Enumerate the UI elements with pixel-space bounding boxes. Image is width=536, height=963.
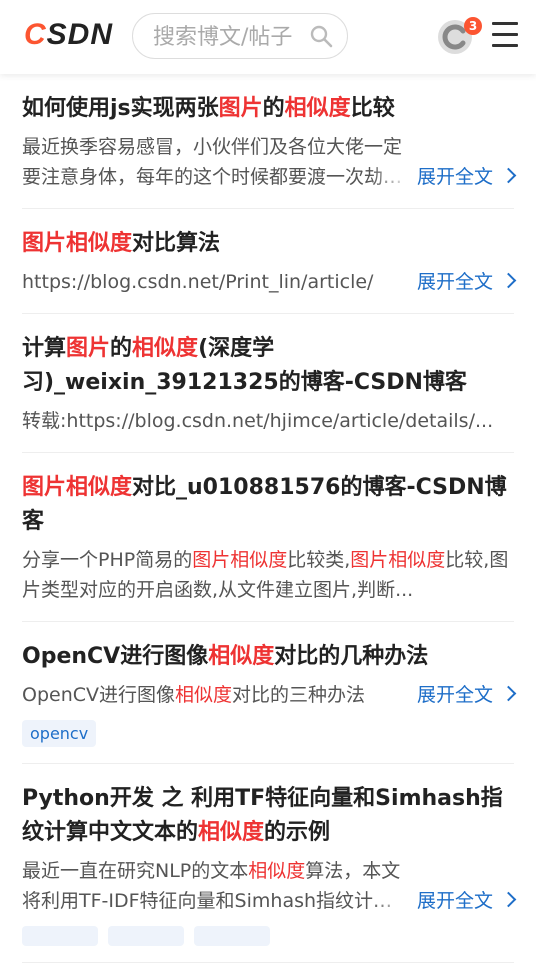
tag[interactable] [108,926,184,946]
description-row: 分享一个PHP简易的图片相似度比较类,图片相似度比较,图片类型对应的开启函数,从… [22,545,514,605]
article-description: 转载:https://blog.csdn.net/hjimce/article/… [22,406,514,436]
description-row: 最近一直在研究NLP的文本相似度算法，本文将利用TF-IDF特征向量和Simha… [22,856,517,916]
description-row: OpenCV进行图像相似度对比的三种办法 展开全文 [22,680,517,710]
chevron-right-icon [500,167,517,184]
highlight-text: 图片相似度 [22,475,133,500]
highlight-text: 相似度 [248,860,306,882]
highlight-text: 图片相似度 [350,549,446,571]
search-input[interactable] [151,22,305,52]
expand-label: 展开全文 [416,271,493,293]
text-segment: 如何使用js实现两张 [22,96,219,121]
article-title[interactable]: Python开发 之 利用TF特征向量和Simhash指纹计算中文文本的相似度的… [22,782,514,850]
highlight-text: 相似度 [132,336,199,361]
article-title[interactable]: 计算图片的相似度(深度学习)_weixin_39121325的博客-CSDN博客 [22,332,514,400]
description-row: 转载:https://blog.csdn.net/hjimce/article/… [22,406,514,436]
expand-label: 展开全文 [416,684,493,706]
highlight-text: 相似度 [284,96,351,121]
menu-icon[interactable] [492,22,518,52]
highlight-text: 相似度 [208,644,275,669]
highlight-text: 图片相似度 [192,549,288,571]
search-box[interactable] [132,13,348,59]
list-item[interactable]: 图片相似度对比_u010881576的博客-CSDN博客 分享一个PHP简易的图片… [22,453,514,622]
text-segment: 计算 [22,336,67,361]
list-item[interactable]: 如何使用js实现两张图片的相似度比较最近换季容易感冒，小伙伴们及各位大佬一定要注… [22,74,517,209]
text-segment: 转载:https://blog.csdn.net/hjimce/article/… [22,410,494,432]
highlight-text: 相似度 [175,684,233,706]
notification-badge: 3 [464,17,482,35]
description-row: 最近换季容易感冒，小伙伴们及各位大佬一定要注意身体，每年的这个时候都要渡一次劫。… [22,132,517,192]
article-description: 最近换季容易感冒，小伙伴们及各位大佬一定要注意身体，每年的这个时候都要渡一次劫。… [22,132,411,192]
expand-button[interactable]: 展开全文 [411,162,517,192]
article-title[interactable]: 图片相似度对比_u010881576的博客-CSDN博客 [22,471,514,539]
expand-label: 展开全文 [416,166,493,188]
text-segment: 最近一直在研究NLP的文本 [22,860,249,882]
text-segment: 对比的几种办法 [274,644,429,669]
highlight-text: 图片相似度 [22,231,133,256]
text-segment: https://blog.csdn.net/Print_lin/article/ [22,271,374,293]
description-row: https://blog.csdn.net/Print_lin/article/… [22,267,517,297]
chevron-right-icon [500,272,517,289]
text-segment: 对比的三种办法 [232,684,366,706]
chevron-right-icon [500,891,517,908]
text-segment: 分享一个PHP简易的 [22,549,193,571]
text-segment: OpenCV进行图像 [22,644,209,669]
expand-button[interactable]: 展开全文 [411,886,517,916]
expand-button[interactable]: 展开全文 [411,680,517,710]
text-segment: 最近换季容易感冒，小伙伴们及各位大佬一定要注意身体，每年的这个时候都要渡一次劫。… [22,136,403,188]
text-segment: 的示例 [264,820,331,845]
top-bar: CSDN 3 [0,0,536,74]
csdn-logo[interactable]: CSDN [24,18,113,52]
article-description: https://blog.csdn.net/Print_lin/article/ [22,267,411,297]
article-title[interactable]: OpenCV进行图像相似度对比的几种办法 [22,640,514,674]
expand-button[interactable]: 展开全文 [411,267,517,297]
text-segment: 的 [110,336,133,361]
list-item[interactable]: 计算图片的相似度(深度学习)_weixin_39121325的博客-CSDN博客… [22,314,514,453]
article-title[interactable]: 如何使用js实现两张图片的相似度比较 [22,92,514,126]
article-title[interactable]: 图片相似度对比算法 [22,227,514,261]
article-description: 最近一直在研究NLP的文本相似度算法，本文将利用TF-IDF特征向量和Simha… [22,856,411,916]
highlight-text: 图片 [218,96,263,121]
article-list: 如何使用js实现两张图片的相似度比较 最近换季容易感冒，小伙伴们及各位大佬一定要注… [0,74,536,963]
text-segment: 比较类, [287,549,351,571]
article-description: OpenCV进行图像相似度对比的三种办法 [22,680,411,710]
text-segment: 的 [262,96,285,121]
tag[interactable] [194,926,270,946]
text-segment: OpenCV进行图像 [22,684,176,706]
highlight-text: 相似度 [198,820,265,845]
search-icon[interactable] [309,24,333,48]
list-item[interactable]: OpenCV进行图像相似度对比的几种办法 OpenCV进行图像相似度对比的三种办法… [22,622,517,764]
tag-list: opencv [22,720,514,747]
list-item[interactable]: 图片相似度对比算法 https://blog.csdn.net/Print_lin… [22,209,517,314]
chevron-right-icon [500,685,517,702]
list-item[interactable]: Python开发 之 利用TF特征向量和Simhash指纹计算中文文本的相似度的… [22,764,517,963]
tag[interactable] [22,926,98,946]
expand-label: 展开全文 [416,890,493,912]
tag-list [22,926,514,946]
highlight-text: 图片 [66,336,111,361]
tag[interactable]: opencv [22,720,97,747]
article-description: 分享一个PHP简易的图片相似度比较类,图片相似度比较,图片类型对应的开启函数,从… [22,545,514,605]
text-segment: 比较 [350,96,395,121]
text-segment: 对比算法 [132,231,221,256]
